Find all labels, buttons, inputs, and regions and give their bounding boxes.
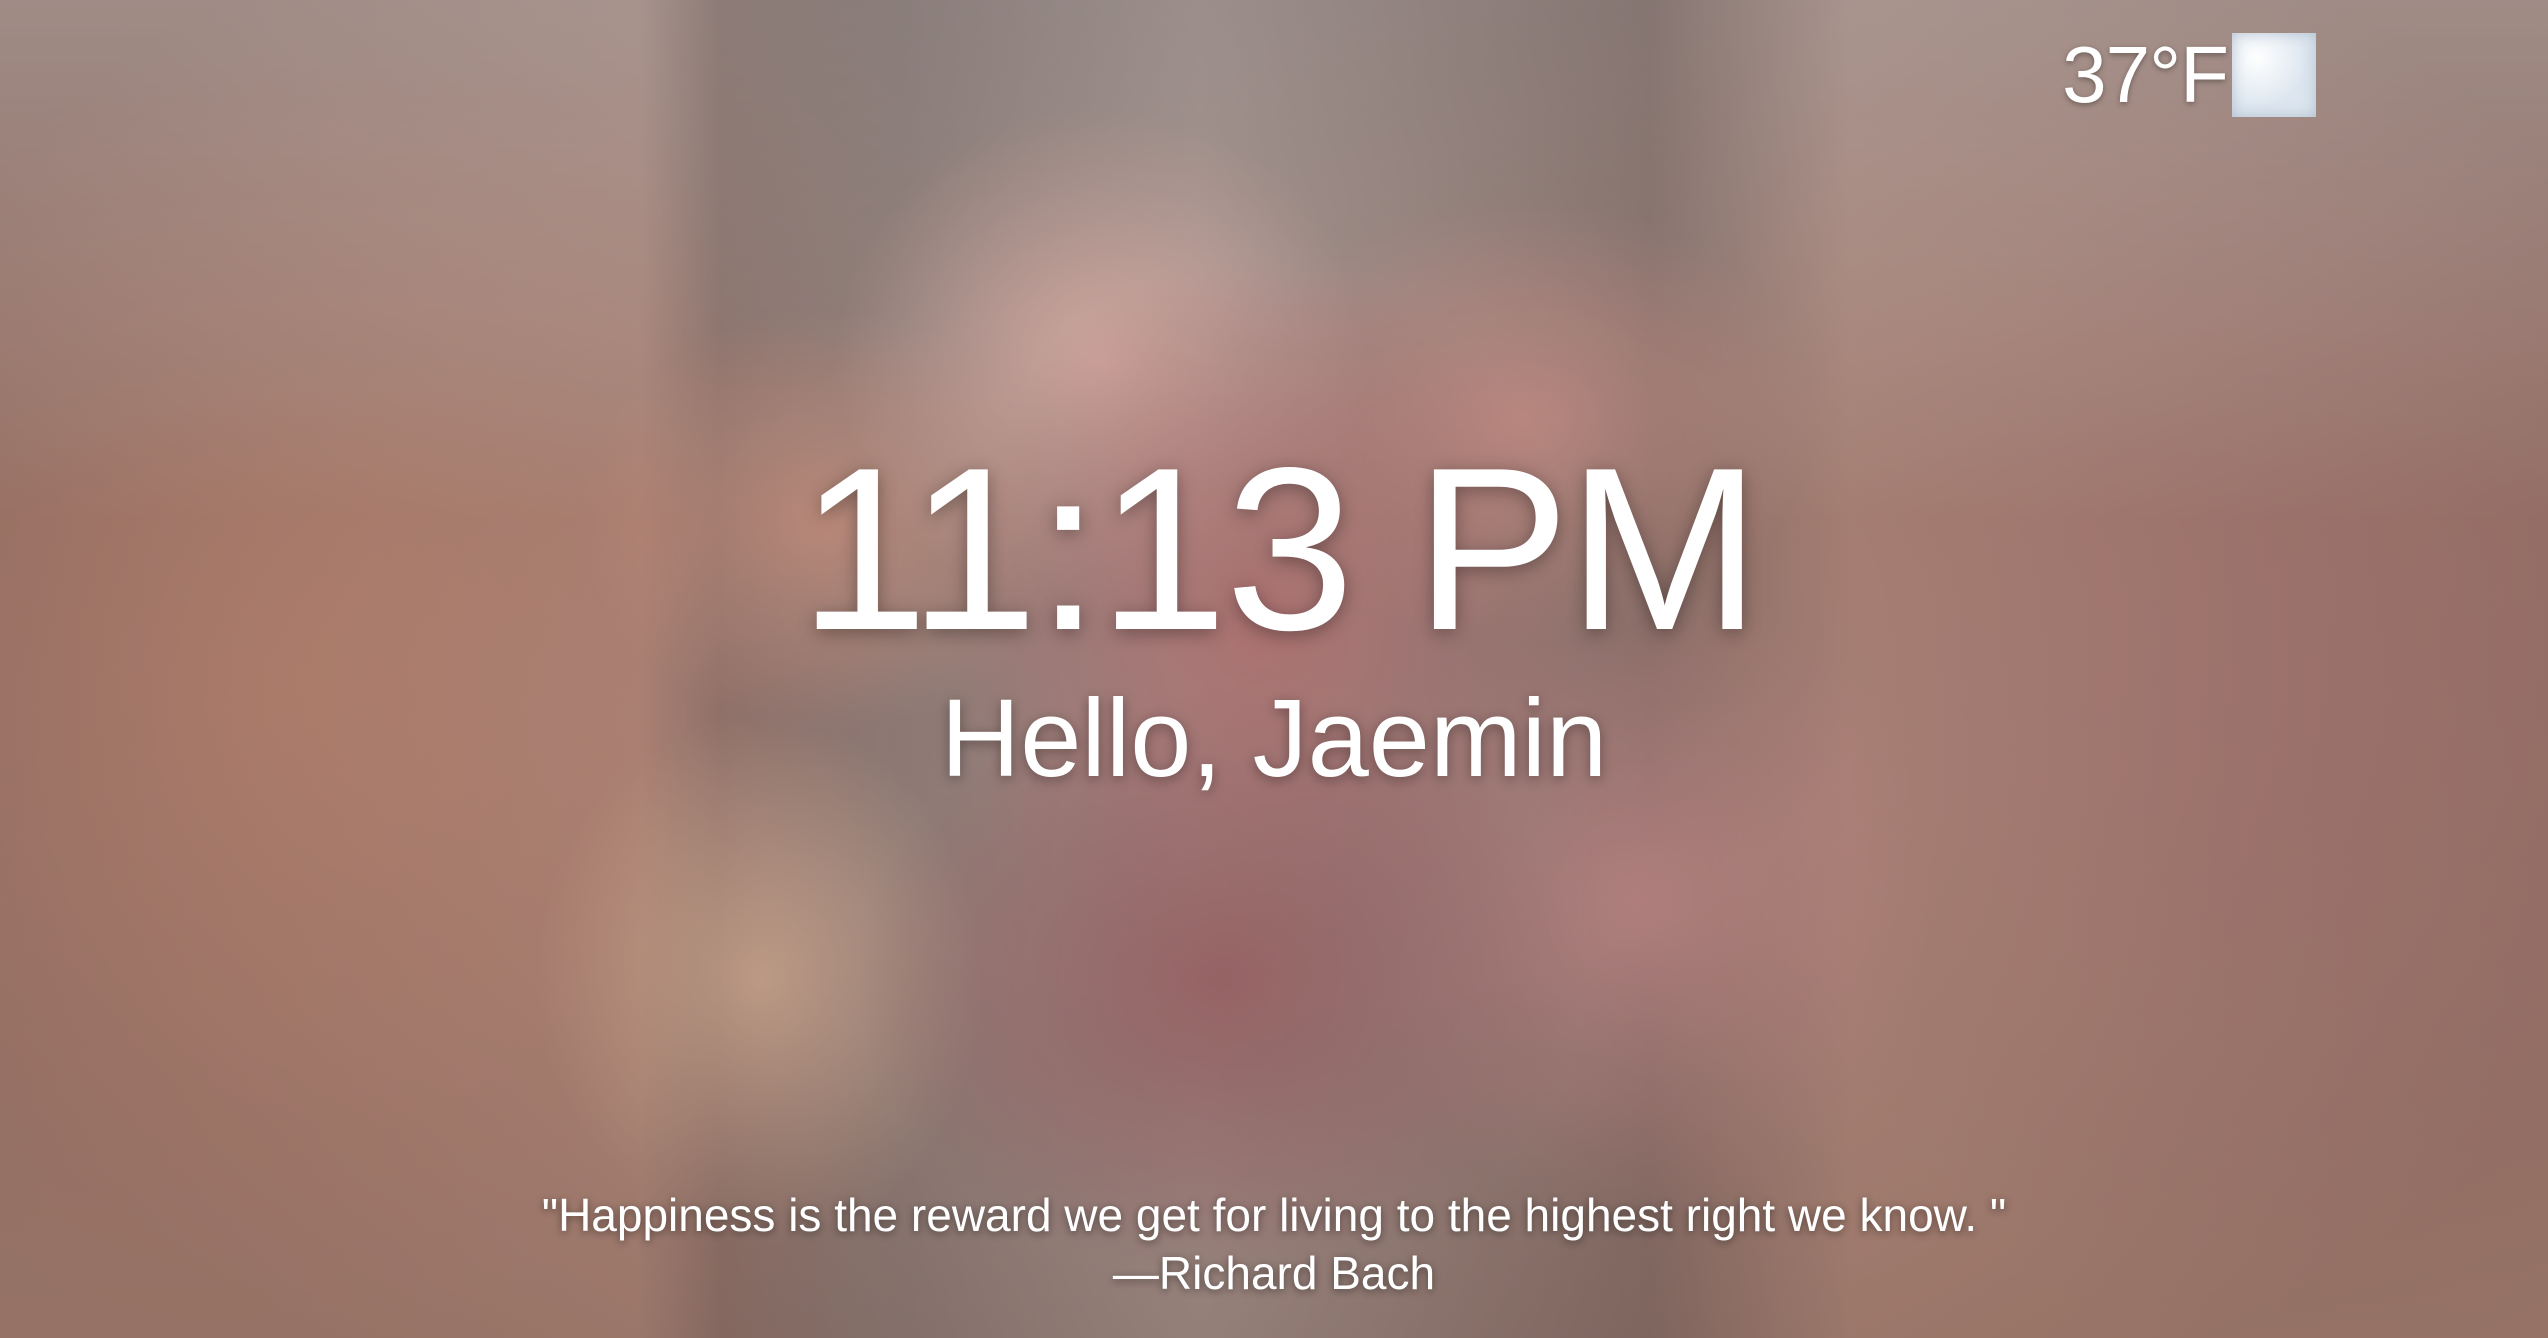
center-content: 11:13 PM Hello, Jaemin (0, 420, 2548, 800)
clock-time: 11:13 PM (799, 420, 1761, 679)
cloudy-weather-icon (2232, 33, 2316, 117)
weather-temperature: 37°F (2062, 30, 2229, 119)
new-tab-dashboard: 37°F 11:13 PM Hello, Jaemin "Happiness i… (0, 0, 2548, 1338)
weather-widget[interactable]: 37°F (2062, 30, 2316, 120)
greeting-text: Hello, Jaemin (940, 677, 1608, 800)
quote-block: "Happiness is the reward we get for livi… (0, 1186, 2548, 1302)
quote-author: —Richard Bach (1112, 1247, 1436, 1299)
quote-text: "Happiness is the reward we get for livi… (541, 1189, 2007, 1241)
